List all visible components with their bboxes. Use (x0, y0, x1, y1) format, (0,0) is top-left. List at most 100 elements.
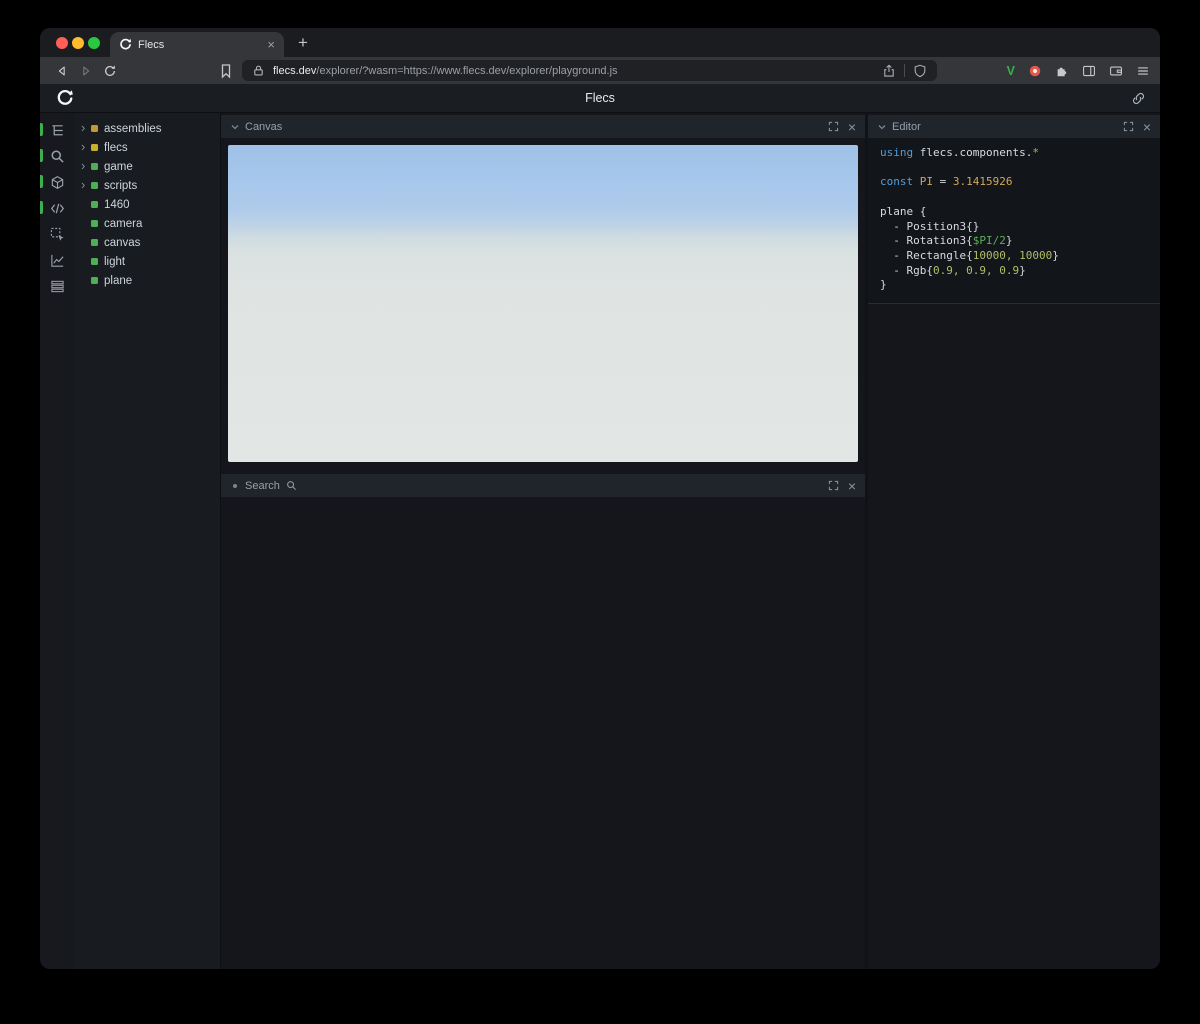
app-header: Flecs (40, 84, 1160, 113)
tables-rows-icon (50, 279, 65, 294)
extensions-puzzle-icon[interactable] (1055, 64, 1069, 78)
reload-button[interactable] (98, 60, 122, 82)
code-line: - Rgb{0.9, 0.9, 0.9} (880, 263, 1026, 277)
canvas-cube-icon (50, 175, 65, 190)
collapsed-dot-icon[interactable] (233, 483, 237, 488)
code-line: plane { (880, 204, 927, 218)
tree-item-scripts[interactable]: › scripts (74, 176, 220, 195)
entity-label: 1460 (104, 198, 130, 211)
entity-label: canvas (104, 236, 141, 249)
query-search-icon (50, 149, 65, 164)
address-bar-divider (904, 64, 905, 77)
tab-close-icon[interactable]: × (267, 38, 275, 51)
new-tab-button[interactable]: + (298, 34, 308, 51)
active-indicator (40, 149, 43, 162)
fullscreen-icon[interactable] (828, 480, 839, 491)
active-indicator (40, 123, 43, 136)
tables-rows-icon[interactable] (40, 273, 74, 299)
editor-column: Editor × using flecs.components.* const … (868, 113, 1160, 969)
entity-label: assemblies (104, 122, 162, 135)
forward-button[interactable] (74, 60, 98, 82)
bookmark-icon[interactable] (218, 63, 234, 79)
browser-toolbar: flecs.dev/explorer/?wasm=https://www.fle… (40, 57, 1160, 84)
entity-color-square (91, 239, 98, 246)
collapse-chevron-icon[interactable] (230, 122, 240, 132)
query-search-icon[interactable] (40, 143, 74, 169)
lock-icon (252, 64, 265, 77)
tree-item-canvas[interactable]: canvas (74, 233, 220, 252)
entity-label: plane (104, 274, 133, 287)
tree-outliner-icon (50, 123, 65, 138)
close-panel-icon[interactable]: × (1143, 120, 1151, 134)
code-editor[interactable]: using flecs.components.* const PI = 3.14… (868, 138, 1160, 305)
tree-item-light[interactable]: light (74, 252, 220, 271)
active-indicator (40, 201, 43, 214)
share-icon[interactable] (882, 64, 896, 78)
entity-label: scripts (104, 179, 138, 192)
tab-strip: Flecs × + (40, 28, 1160, 57)
canvas-column: Canvas × Search × (221, 113, 865, 969)
tree-item-camera[interactable]: camera (74, 214, 220, 233)
tree-item-plane[interactable]: plane (74, 271, 220, 290)
entity-label: flecs (104, 141, 128, 154)
entity-color-square (91, 258, 98, 265)
editor-panel-title: Editor (892, 120, 921, 133)
close-window-button[interactable] (56, 36, 68, 49)
entity-color-square (91, 144, 98, 151)
zoom-window-button[interactable] (88, 36, 100, 49)
code-line: - Rotation3{$PI/2} (880, 234, 1013, 248)
tree-outliner-icon[interactable] (40, 117, 74, 143)
entity-label: camera (104, 217, 143, 230)
share-link-icon[interactable] (1131, 91, 1146, 106)
app-main: › assemblies › flecs › game › scripts 1460 camera… (40, 113, 1160, 969)
entity-color-square (91, 220, 98, 227)
tree-item-flecs[interactable]: › flecs (74, 138, 220, 157)
minimize-window-button[interactable] (72, 36, 84, 49)
menu-icon[interactable] (1136, 64, 1150, 78)
canvas-cube-icon[interactable] (40, 169, 74, 195)
script-code-icon[interactable] (40, 195, 74, 221)
url-path: /explorer/?wasm=https://www.flecs.dev/ex… (316, 64, 618, 77)
expand-arrow-icon[interactable]: › (81, 178, 91, 191)
fullscreen-icon[interactable] (828, 121, 839, 132)
sidebar-toggle-icon[interactable] (1082, 64, 1096, 78)
window-controls (56, 36, 100, 49)
canvas-wrap (221, 138, 865, 462)
v-extension-icon[interactable]: V (1007, 64, 1015, 78)
url-text: flecs.dev/explorer/?wasm=https://www.fle… (273, 65, 874, 77)
fullscreen-icon[interactable] (1123, 121, 1134, 132)
tree-item-1460[interactable]: 1460 (74, 195, 220, 214)
expand-arrow-icon[interactable]: › (81, 159, 91, 172)
entity-tree: › assemblies › flecs › game › scripts 1460 camera… (74, 119, 220, 290)
inspect-select-icon (50, 227, 65, 242)
flecs-favicon-icon (119, 38, 132, 51)
browser-tab[interactable]: Flecs × (110, 32, 284, 57)
tree-item-game[interactable]: › game (74, 157, 220, 176)
wallet-icon[interactable] (1109, 64, 1123, 78)
flecs-logo-icon[interactable] (56, 89, 74, 107)
back-button[interactable] (50, 60, 74, 82)
canvas-panel-header: Canvas × (221, 115, 865, 138)
code-line: const PI = 3.1415926 (880, 175, 1013, 189)
shield-icon[interactable] (913, 64, 927, 78)
entity-color-square (91, 182, 98, 189)
stats-chart-icon[interactable] (40, 247, 74, 273)
3d-viewport[interactable] (228, 145, 858, 462)
close-panel-icon[interactable]: × (848, 479, 856, 493)
red-extension-icon[interactable] (1028, 64, 1042, 78)
collapse-chevron-icon[interactable] (877, 122, 887, 132)
entity-label: light (104, 255, 126, 268)
editor-panel-header: Editor × (868, 115, 1160, 138)
close-panel-icon[interactable]: × (848, 120, 856, 134)
script-code-icon (50, 201, 65, 216)
inspect-select-icon[interactable] (40, 221, 74, 247)
code-line: - Position3{} (880, 219, 980, 233)
expand-arrow-icon[interactable]: › (81, 140, 91, 153)
address-bar[interactable]: flecs.dev/explorer/?wasm=https://www.fle… (242, 60, 937, 81)
expand-arrow-icon[interactable]: › (81, 121, 91, 134)
entity-tree-panel: › assemblies › flecs › game › scripts 1460 camera… (74, 113, 221, 969)
tree-item-assemblies[interactable]: › assemblies (74, 119, 220, 138)
tab-title: Flecs (138, 38, 165, 51)
